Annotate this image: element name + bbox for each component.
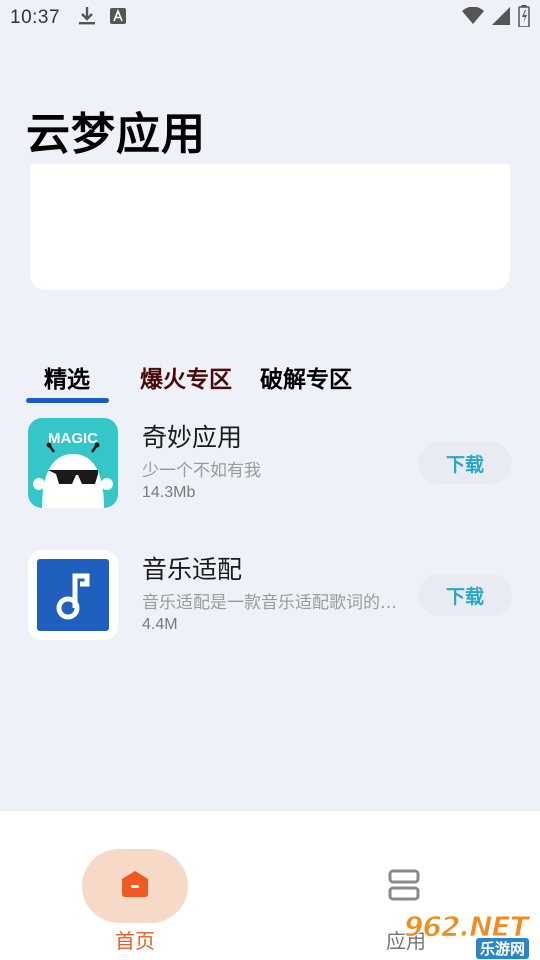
- battery-icon: [518, 4, 530, 32]
- app-description: 音乐适配是一款音乐适配歌词的软件: [142, 593, 410, 613]
- app-list-item[interactable]: 音乐适配 音乐适配是一款音乐适配歌词的软件 4.4M 下载: [0, 550, 540, 650]
- app-notification-icon: [110, 7, 127, 29]
- banner-card[interactable]: [30, 164, 510, 290]
- magic-icon-text: MAGIC: [48, 430, 98, 447]
- app-list-item[interactable]: MAGIC 奇妙应用 少一个不如有我 14.3Mb 下载: [0, 418, 540, 518]
- download-button[interactable]: 下载: [418, 574, 512, 616]
- site-watermark: 962.NET 乐游网: [400, 910, 540, 960]
- apps-icon[interactable]: [386, 869, 422, 905]
- download-icon: [78, 6, 96, 31]
- page-title: 云梦应用: [26, 109, 206, 160]
- nav-home-label[interactable]: 首页: [115, 925, 155, 954]
- magic-app-icon: MAGIC: [28, 418, 118, 508]
- nav-home-button[interactable]: [82, 849, 188, 923]
- music-app-icon: [28, 550, 118, 640]
- status-bar: 10:37: [0, 0, 540, 36]
- download-button[interactable]: 下载: [418, 442, 512, 484]
- status-time: 10:37: [10, 7, 61, 28]
- app-name: 奇妙应用: [142, 423, 243, 452]
- wifi-icon: [462, 6, 484, 30]
- signal-icon: [492, 6, 510, 30]
- app-description: 少一个不如有我: [142, 461, 261, 481]
- status-system-icons: [462, 4, 530, 32]
- home-icon: [120, 870, 150, 902]
- app-size: 14.3Mb: [142, 484, 196, 501]
- tab-hot-zone[interactable]: 爆火专区: [140, 360, 232, 394]
- tab-featured[interactable]: 精选: [44, 360, 90, 394]
- status-notification-icons: [78, 6, 127, 31]
- tab-bar: 精选 爆火专区 破解专区: [0, 352, 540, 404]
- app-name: 音乐适配: [142, 555, 243, 584]
- watermark-sub: 乐游网: [476, 938, 530, 959]
- tab-active-indicator: [26, 398, 109, 403]
- app-size: 4.4M: [142, 616, 178, 633]
- tab-crack-zone[interactable]: 破解专区: [260, 360, 352, 394]
